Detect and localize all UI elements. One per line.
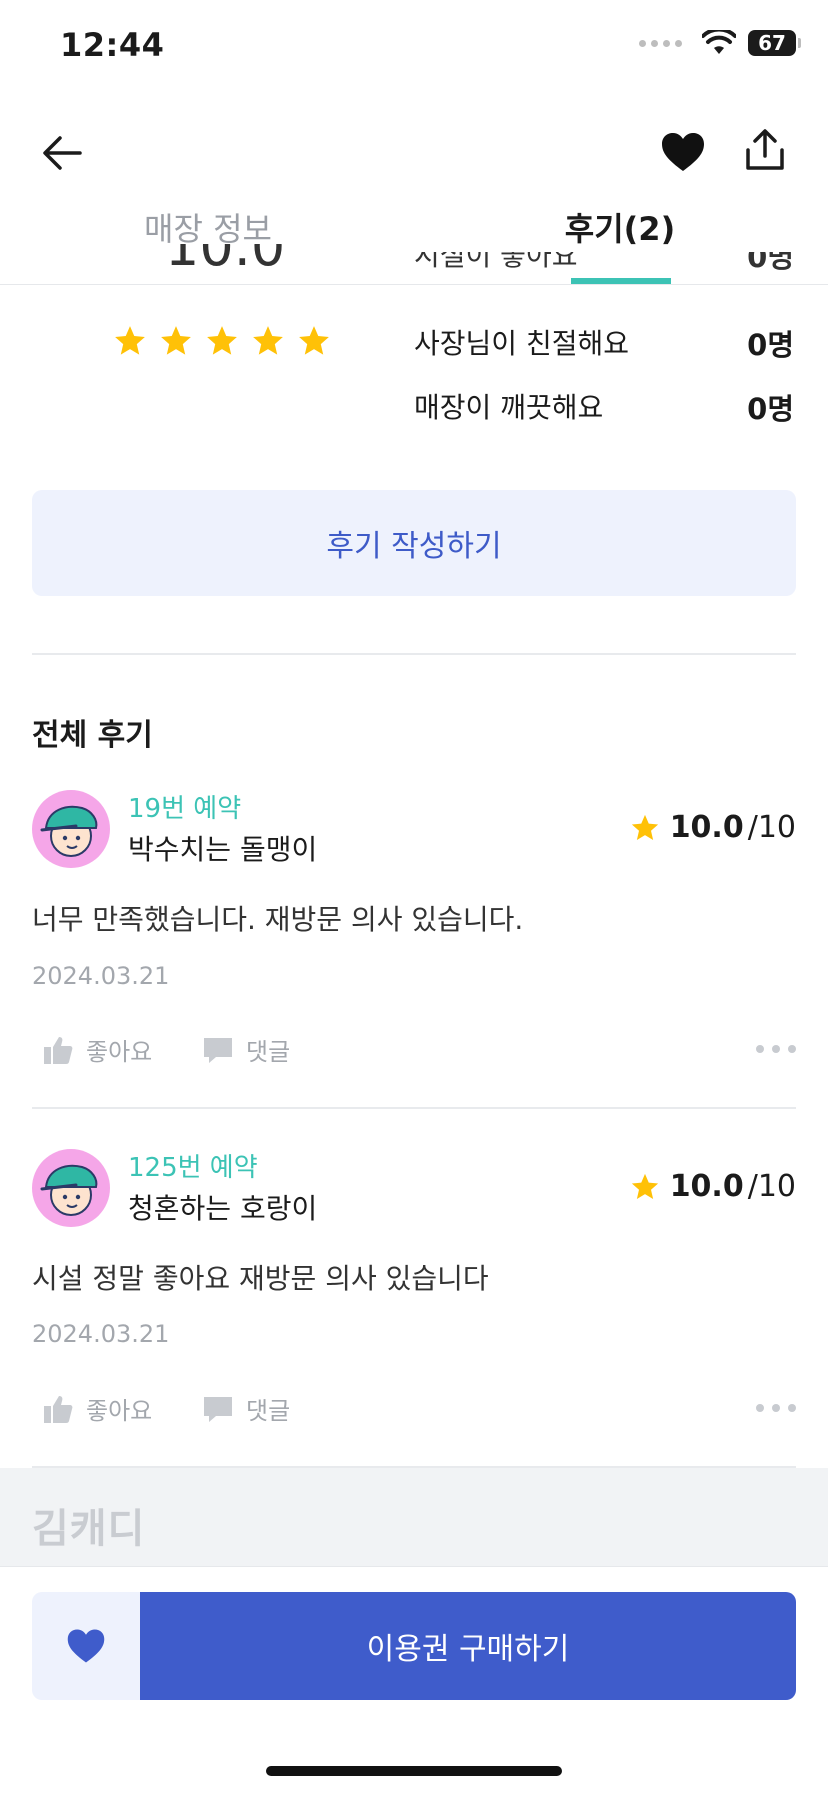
battery-icon: 67	[748, 30, 801, 56]
category-label: 매장이 깨끗해요	[414, 391, 604, 424]
status-icons: 67	[639, 30, 801, 56]
comment-icon	[204, 1037, 232, 1063]
category-count: 0명	[747, 392, 794, 426]
category-label: 시설이 좋아요	[414, 252, 578, 272]
star-icon	[115, 326, 145, 355]
reviewer-nickname: 박수치는 돌맹이	[128, 833, 318, 866]
avatar[interactable]	[32, 790, 110, 868]
reservation-number: 125번 예약	[128, 1153, 258, 1183]
wifi-icon	[702, 30, 736, 54]
user-avatar-icon	[40, 805, 98, 857]
thumbs-up-icon	[44, 1036, 73, 1064]
heart-icon	[67, 1629, 105, 1663]
share-icon[interactable]	[740, 126, 790, 176]
reviewer-nickname: 청혼하는 호랑이	[128, 1192, 318, 1225]
back-arrow-icon[interactable]	[38, 128, 88, 178]
footer-logo: 김캐디	[32, 1506, 146, 1552]
score-value: 10.0	[669, 1169, 744, 1204]
like-button[interactable]: 좋아요	[42, 1391, 152, 1426]
write-review-button[interactable]: 후기 작성하기	[32, 490, 796, 596]
comment-button[interactable]: 댓글	[202, 1032, 290, 1067]
battery-level: 67	[758, 31, 786, 55]
review-date: 2024.03.21	[32, 962, 170, 990]
divider	[32, 653, 796, 655]
home-indicator	[266, 1766, 562, 1776]
comment-label: 댓글	[246, 1397, 291, 1425]
comment-button[interactable]: 댓글	[202, 1391, 290, 1426]
star-icon	[207, 326, 237, 355]
score-value: 10.0	[669, 810, 744, 845]
more-options-icon[interactable]	[756, 1404, 796, 1412]
star-icon	[631, 1173, 658, 1199]
score-max: /10	[747, 810, 796, 845]
comment-icon	[204, 1396, 232, 1422]
signal-icon	[639, 39, 682, 47]
category-count: 0명	[747, 252, 794, 274]
comment-label: 댓글	[246, 1038, 291, 1066]
review-score: 10.0 /10	[630, 1169, 796, 1204]
reservation-number: 19번 예약	[128, 794, 242, 824]
like-label: 좋아요	[86, 1397, 153, 1425]
wishlist-button[interactable]	[32, 1592, 140, 1700]
like-label: 좋아요	[86, 1038, 153, 1066]
user-avatar-icon	[40, 1164, 98, 1216]
rating-stars	[113, 324, 331, 358]
status-time: 12:44	[60, 26, 165, 64]
star-icon	[253, 326, 283, 355]
category-row: 매장이 깨끗해요 0명	[414, 386, 794, 428]
category-row: 사장님이 친절해요 0명	[414, 322, 794, 364]
more-options-icon[interactable]	[756, 1045, 796, 1053]
tab-active-indicator	[571, 278, 671, 284]
all-reviews-title: 전체 후기	[32, 718, 153, 753]
avatar[interactable]	[32, 1149, 110, 1227]
favorite-heart-icon[interactable]	[658, 128, 708, 178]
review-content: 너무 만족했습니다. 재방문 의사 있습니다.	[32, 903, 524, 936]
star-icon	[161, 326, 191, 355]
thumbs-up-icon	[44, 1395, 73, 1423]
buy-pass-button[interactable]: 이용권 구매하기	[140, 1592, 796, 1700]
category-row: 시설이 좋아요 0명	[414, 252, 794, 276]
tab-reviews[interactable]: 후기(2)	[510, 204, 730, 250]
score-max: /10	[747, 1169, 796, 1204]
category-count: 0명	[747, 328, 794, 362]
star-icon	[299, 326, 329, 355]
average-rating: 10.0	[165, 244, 286, 278]
like-button[interactable]: 좋아요	[42, 1032, 152, 1067]
category-label: 사장님이 친절해요	[414, 327, 629, 360]
review-content: 시설 정말 좋아요 재방문 의사 있습니다	[32, 1262, 489, 1295]
review-score: 10.0 /10	[630, 810, 796, 845]
divider	[32, 1107, 796, 1109]
review-date: 2024.03.21	[32, 1320, 170, 1348]
star-icon	[631, 814, 658, 840]
